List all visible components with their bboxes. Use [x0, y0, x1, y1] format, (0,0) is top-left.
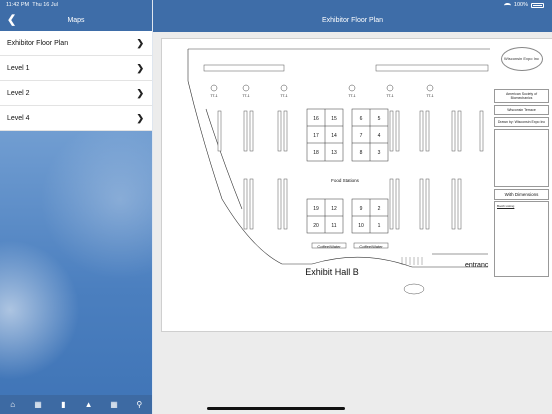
tt-label: TT-1 [210, 94, 217, 98]
sidebar: ❮ Maps Exhibitor Floor Plan ❯ Level 1 ❯ … [0, 0, 152, 414]
legend-drawn-by: Drawn by: Wisconsin Expo Inc [494, 117, 549, 127]
document-icon[interactable]: ▮ [56, 400, 70, 409]
booth-number: 9 [360, 206, 363, 212]
map-item-label: Level 2 [7, 89, 30, 97]
chevron-right-icon: ❯ [136, 37, 144, 48]
battery-percent: 100% [513, 2, 528, 8]
wisconsin-expo-logo: Wisconsin Expo Inc [500, 47, 543, 71]
sitemap-icon[interactable]: ▲ [82, 400, 96, 409]
map-item-label: Level 4 [7, 114, 30, 122]
exhibitors-icon[interactable]: ▦ [31, 400, 45, 409]
aisle-booths [217, 110, 484, 230]
booth-number: 5 [378, 116, 381, 122]
stairs [401, 257, 423, 265]
booth-number: 11 [331, 223, 336, 229]
chevron-right-icon: ❯ [136, 62, 144, 73]
hall-label: Exhibit Hall B [305, 267, 359, 277]
main-pane: Exhibitor Floor Plan TT-1 TT-1 TT-1 TT-1… [153, 0, 552, 414]
coffee-water-label: Coffee/Water [317, 244, 341, 249]
booth-number: 8 [360, 150, 363, 156]
bottom-toolbar: ⌂ ▦ ▮ ▲ ▦ ⚲ [0, 395, 152, 414]
tt-label: TT-1 [242, 94, 249, 98]
chevron-right-icon: ❯ [136, 87, 144, 98]
chevron-right-icon: ❯ [136, 112, 144, 123]
booth-number: 1 [378, 223, 381, 229]
booth-number: 14 [331, 133, 337, 139]
home-indicator [207, 407, 345, 410]
tt-label: TT-1 [426, 94, 433, 98]
booth-listing-title: Booth Listing [497, 204, 515, 208]
food-stations-label: Food Stations [331, 178, 360, 183]
booth-number: 7 [360, 133, 363, 139]
legend-panel: Wisconsin Expo Inc American Society of B… [491, 38, 552, 332]
legend-blank [494, 129, 549, 187]
map-item-level-4[interactable]: Level 4 ❯ [0, 106, 152, 131]
status-bar: 11:42 PM Thu 16 Jul 100% [0, 0, 552, 10]
legend-venue: Wisconsin Terrace [494, 105, 549, 115]
booth-listing: Booth Listing [494, 201, 549, 277]
booth-number: 16 [313, 116, 319, 122]
booth-number: 3 [378, 150, 381, 156]
top-booth-row [203, 64, 489, 72]
map-item-level-1[interactable]: Level 1 ❯ [0, 56, 152, 81]
search-icon[interactable]: ⚲ [132, 400, 146, 409]
booth-number: 4 [378, 133, 381, 139]
map-item-level-2[interactable]: Level 2 ❯ [0, 81, 152, 106]
floor-plan-sheet[interactable]: TT-1 TT-1 TT-1 TT-1 TT-1 TT-1 16 15 17 1… [161, 38, 493, 332]
home-icon[interactable]: ⌂ [6, 400, 20, 409]
entrance-label: entranc [465, 262, 489, 269]
battery-icon [531, 2, 544, 8]
legend-org: American Society of Biomechanics [494, 89, 549, 103]
wifi-icon [503, 2, 511, 8]
column-shape [403, 283, 425, 295]
status-right: 100% [503, 2, 544, 8]
booth-number: 18 [313, 150, 319, 156]
maps-list: Exhibitor Floor Plan ❯ Level 1 ❯ Level 2… [0, 31, 152, 131]
map-item-label: Exhibitor Floor Plan [7, 39, 69, 47]
grid-icon[interactable]: ▦ [107, 400, 121, 409]
coffee-water-label: Coffee/Water [359, 244, 383, 249]
booth-number: 12 [331, 206, 337, 212]
tt-label: TT-1 [280, 94, 287, 98]
tt-label: TT-1 [348, 94, 355, 98]
booth-number: 10 [358, 223, 364, 229]
booth-number: 20 [313, 223, 319, 229]
floor-plan-drawing: TT-1 TT-1 TT-1 TT-1 TT-1 TT-1 16 15 17 1… [187, 48, 490, 295]
booth-number: 2 [378, 206, 381, 212]
map-item-label: Level 1 [7, 64, 30, 72]
booth-number: 17 [313, 133, 319, 139]
status-time: 11:42 PM Thu 16 Jul [6, 2, 58, 8]
sidebar-title: Maps [67, 17, 85, 24]
booth-number: 6 [360, 116, 363, 122]
tt-label: TT-1 [386, 94, 393, 98]
background-glow [40, 120, 152, 280]
booth-number: 19 [313, 206, 319, 212]
booth-number: 15 [331, 116, 337, 122]
booth-number: 13 [331, 150, 337, 156]
legend-with-dimensions: With Dimensions [494, 189, 549, 200]
page-title: Exhibitor Floor Plan [321, 17, 384, 24]
map-item-exhibitor-floor-plan[interactable]: Exhibitor Floor Plan ❯ [0, 31, 152, 56]
